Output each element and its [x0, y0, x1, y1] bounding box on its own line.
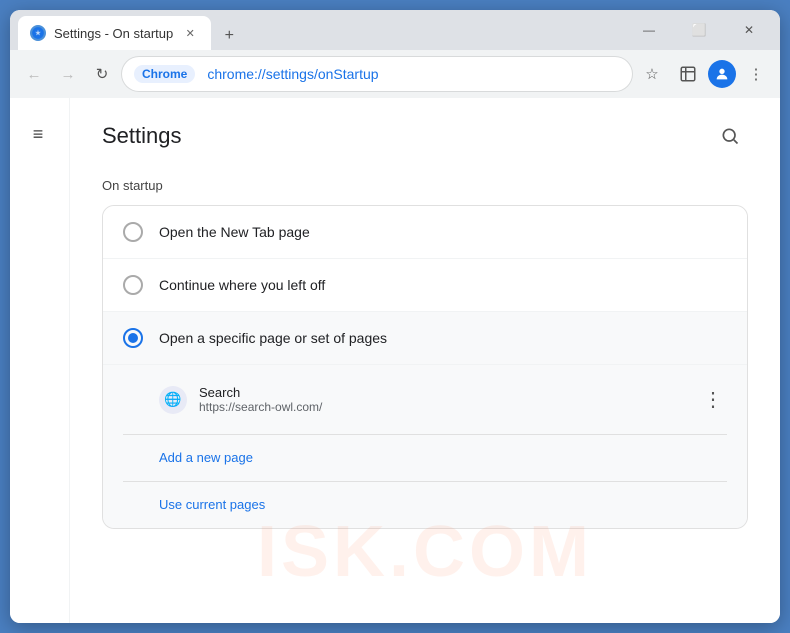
option-specific-label: Open a specific page or set of pages: [159, 330, 387, 346]
add-new-page-link[interactable]: Add a new page: [159, 450, 253, 465]
option-specific[interactable]: Open a specific page or set of pages: [103, 312, 747, 365]
option-continue-label: Continue where you left off: [159, 277, 325, 293]
page-header: Settings: [102, 118, 748, 154]
startup-options-card: Open the New Tab page Continue where you…: [102, 205, 748, 529]
use-current-pages-link[interactable]: Use current pages: [159, 497, 265, 512]
nav-buttons: ← → ↻: [18, 58, 118, 90]
tab-area: Settings - On startup ✕ +: [18, 10, 622, 50]
close-button[interactable]: ✕: [726, 14, 772, 46]
radio-new-tab[interactable]: [123, 222, 143, 242]
site-info: Search https://search-owl.com/: [199, 385, 687, 414]
site-url: https://search-owl.com/: [199, 400, 687, 414]
tab-close-button[interactable]: ✕: [181, 24, 199, 42]
add-page-row: Add a new page: [103, 435, 747, 481]
window-controls: — ⬜ ✕: [626, 14, 772, 46]
site-name: Search: [199, 385, 687, 400]
title-bar: Settings - On startup ✕ + — ⬜ ✕: [10, 10, 780, 50]
minimize-button[interactable]: —: [626, 14, 672, 46]
site-menu-button[interactable]: ⋮: [699, 383, 727, 416]
forward-button[interactable]: →: [52, 58, 84, 90]
section-label: On startup: [102, 178, 748, 193]
active-tab[interactable]: Settings - On startup ✕: [18, 16, 211, 50]
menu-button[interactable]: ⋮: [740, 58, 772, 90]
chrome-brand-label: Chrome: [134, 65, 195, 83]
startup-pages-subsection: 🌐 Search https://search-owl.com/ ⋮: [103, 365, 747, 434]
tab-favicon: [30, 25, 46, 41]
settings-main: Settings On startup Open the New Tab pag…: [70, 98, 780, 623]
tab-title: Settings - On startup: [54, 26, 173, 41]
page-title: Settings: [102, 123, 182, 149]
extensions-button[interactable]: [672, 58, 704, 90]
back-button[interactable]: ←: [18, 58, 50, 90]
page-content: ≡ Settings On startup: [10, 98, 780, 623]
toolbar-right: ☆ ⋮: [636, 58, 772, 90]
radio-continue[interactable]: [123, 275, 143, 295]
startup-page-item: 🌐 Search https://search-owl.com/ ⋮: [159, 373, 727, 426]
radio-specific[interactable]: [123, 328, 143, 348]
bookmark-button[interactable]: ☆: [636, 58, 668, 90]
profile-button[interactable]: [708, 60, 736, 88]
radio-specific-dot: [128, 333, 138, 343]
reload-button[interactable]: ↻: [86, 58, 118, 90]
option-continue[interactable]: Continue where you left off: [103, 259, 747, 312]
address-bar[interactable]: Chrome chrome://settings/onStartup: [122, 57, 632, 91]
settings-search-button[interactable]: [712, 118, 748, 154]
address-text: chrome://settings/onStartup: [207, 66, 620, 82]
sidebar-menu-icon[interactable]: ≡: [18, 114, 58, 154]
page-content-wrapper: Settings On startup Open the New Tab pag…: [70, 98, 780, 623]
new-tab-button[interactable]: +: [215, 22, 243, 50]
maximize-button[interactable]: ⬜: [676, 14, 722, 46]
browser-toolbar: ← → ↻ Chrome chrome://settings/onStartup…: [10, 50, 780, 98]
option-new-tab[interactable]: Open the New Tab page: [103, 206, 747, 259]
option-new-tab-label: Open the New Tab page: [159, 224, 310, 240]
site-icon: 🌐: [159, 386, 187, 414]
use-current-row: Use current pages: [103, 482, 747, 528]
settings-sidebar: ≡: [10, 98, 70, 623]
